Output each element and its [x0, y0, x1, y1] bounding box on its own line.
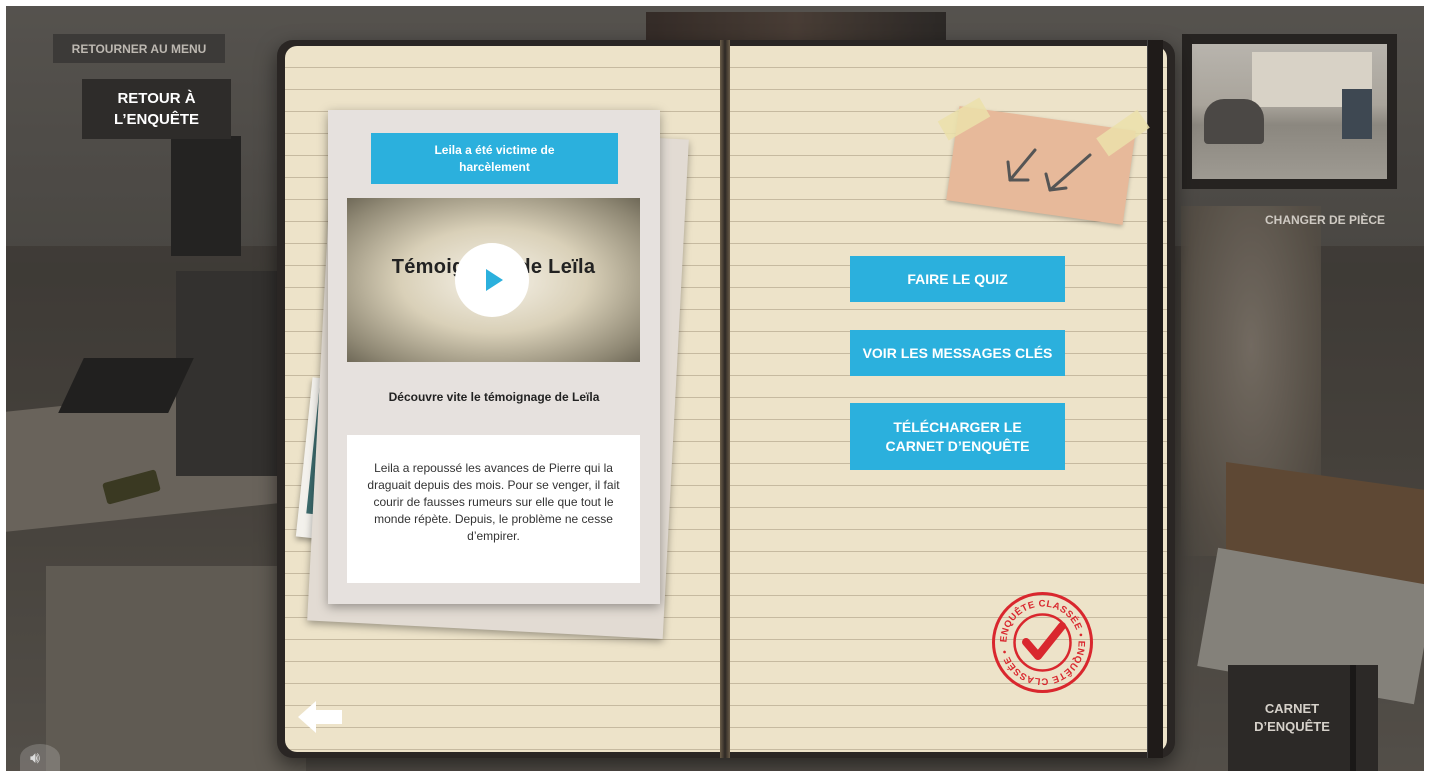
svg-text:ENQUÊTE CLASSÉE • ENQUÊTE CLAS: ENQUÊTE CLASSÉE • ENQUÊTE CLASSÉE • [998, 598, 1086, 686]
room-thumbnail-image [1192, 44, 1387, 179]
notebook-elastic-band [1147, 40, 1163, 758]
change-room-button[interactable]: CHANGER DE PIÈCE [1245, 213, 1405, 233]
card-description: Leila a repoussé les avances de Pierre q… [347, 435, 640, 583]
card-subtitle: Découvre vite le témoignage de Leïla [388, 390, 600, 404]
key-messages-button[interactable]: VOIR LES MESSAGES CLÉS [850, 330, 1065, 376]
notebook-spine [720, 40, 730, 758]
room-thumbnail[interactable] [1182, 34, 1397, 189]
speaker-glyph: 🔊︎ [30, 750, 41, 767]
video-player[interactable]: Témoignage de Leïla [347, 198, 640, 362]
stamp-text: ENQUÊTE CLASSÉE • ENQUÊTE CLASSÉE • [998, 598, 1086, 686]
arrows-down-left-icon [1006, 148, 1092, 192]
download-notebook-button[interactable]: TÉLÉCHARGER LE CARNET D’ENQUÊTE [850, 403, 1065, 470]
card-title: Leila a été victime de harcèlement [371, 133, 618, 184]
play-triangle [486, 269, 503, 291]
return-to-investigation-button[interactable]: RETOUR À L’ENQUÊTE [82, 79, 231, 139]
case-closed-stamp: ENQUÊTE CLASSÉE • ENQUÊTE CLASSÉE • [992, 592, 1093, 693]
quiz-button[interactable]: FAIRE LE QUIZ [850, 256, 1065, 302]
sound-icon[interactable]: 🔊︎ [20, 744, 60, 771]
investigation-notebook-button[interactable]: CARNET D’ENQUÊTE [1228, 665, 1378, 771]
arrow-left-icon[interactable] [296, 699, 344, 735]
return-to-menu-button[interactable]: RETOURNER AU MENU [53, 34, 225, 63]
thumbnail-students [1204, 99, 1264, 144]
play-icon[interactable] [455, 243, 529, 317]
testimony-card: Leila a été victime de harcèlement Témoi… [328, 110, 660, 604]
thumbnail-student [1342, 89, 1372, 139]
checkmark-icon [1022, 622, 1066, 660]
